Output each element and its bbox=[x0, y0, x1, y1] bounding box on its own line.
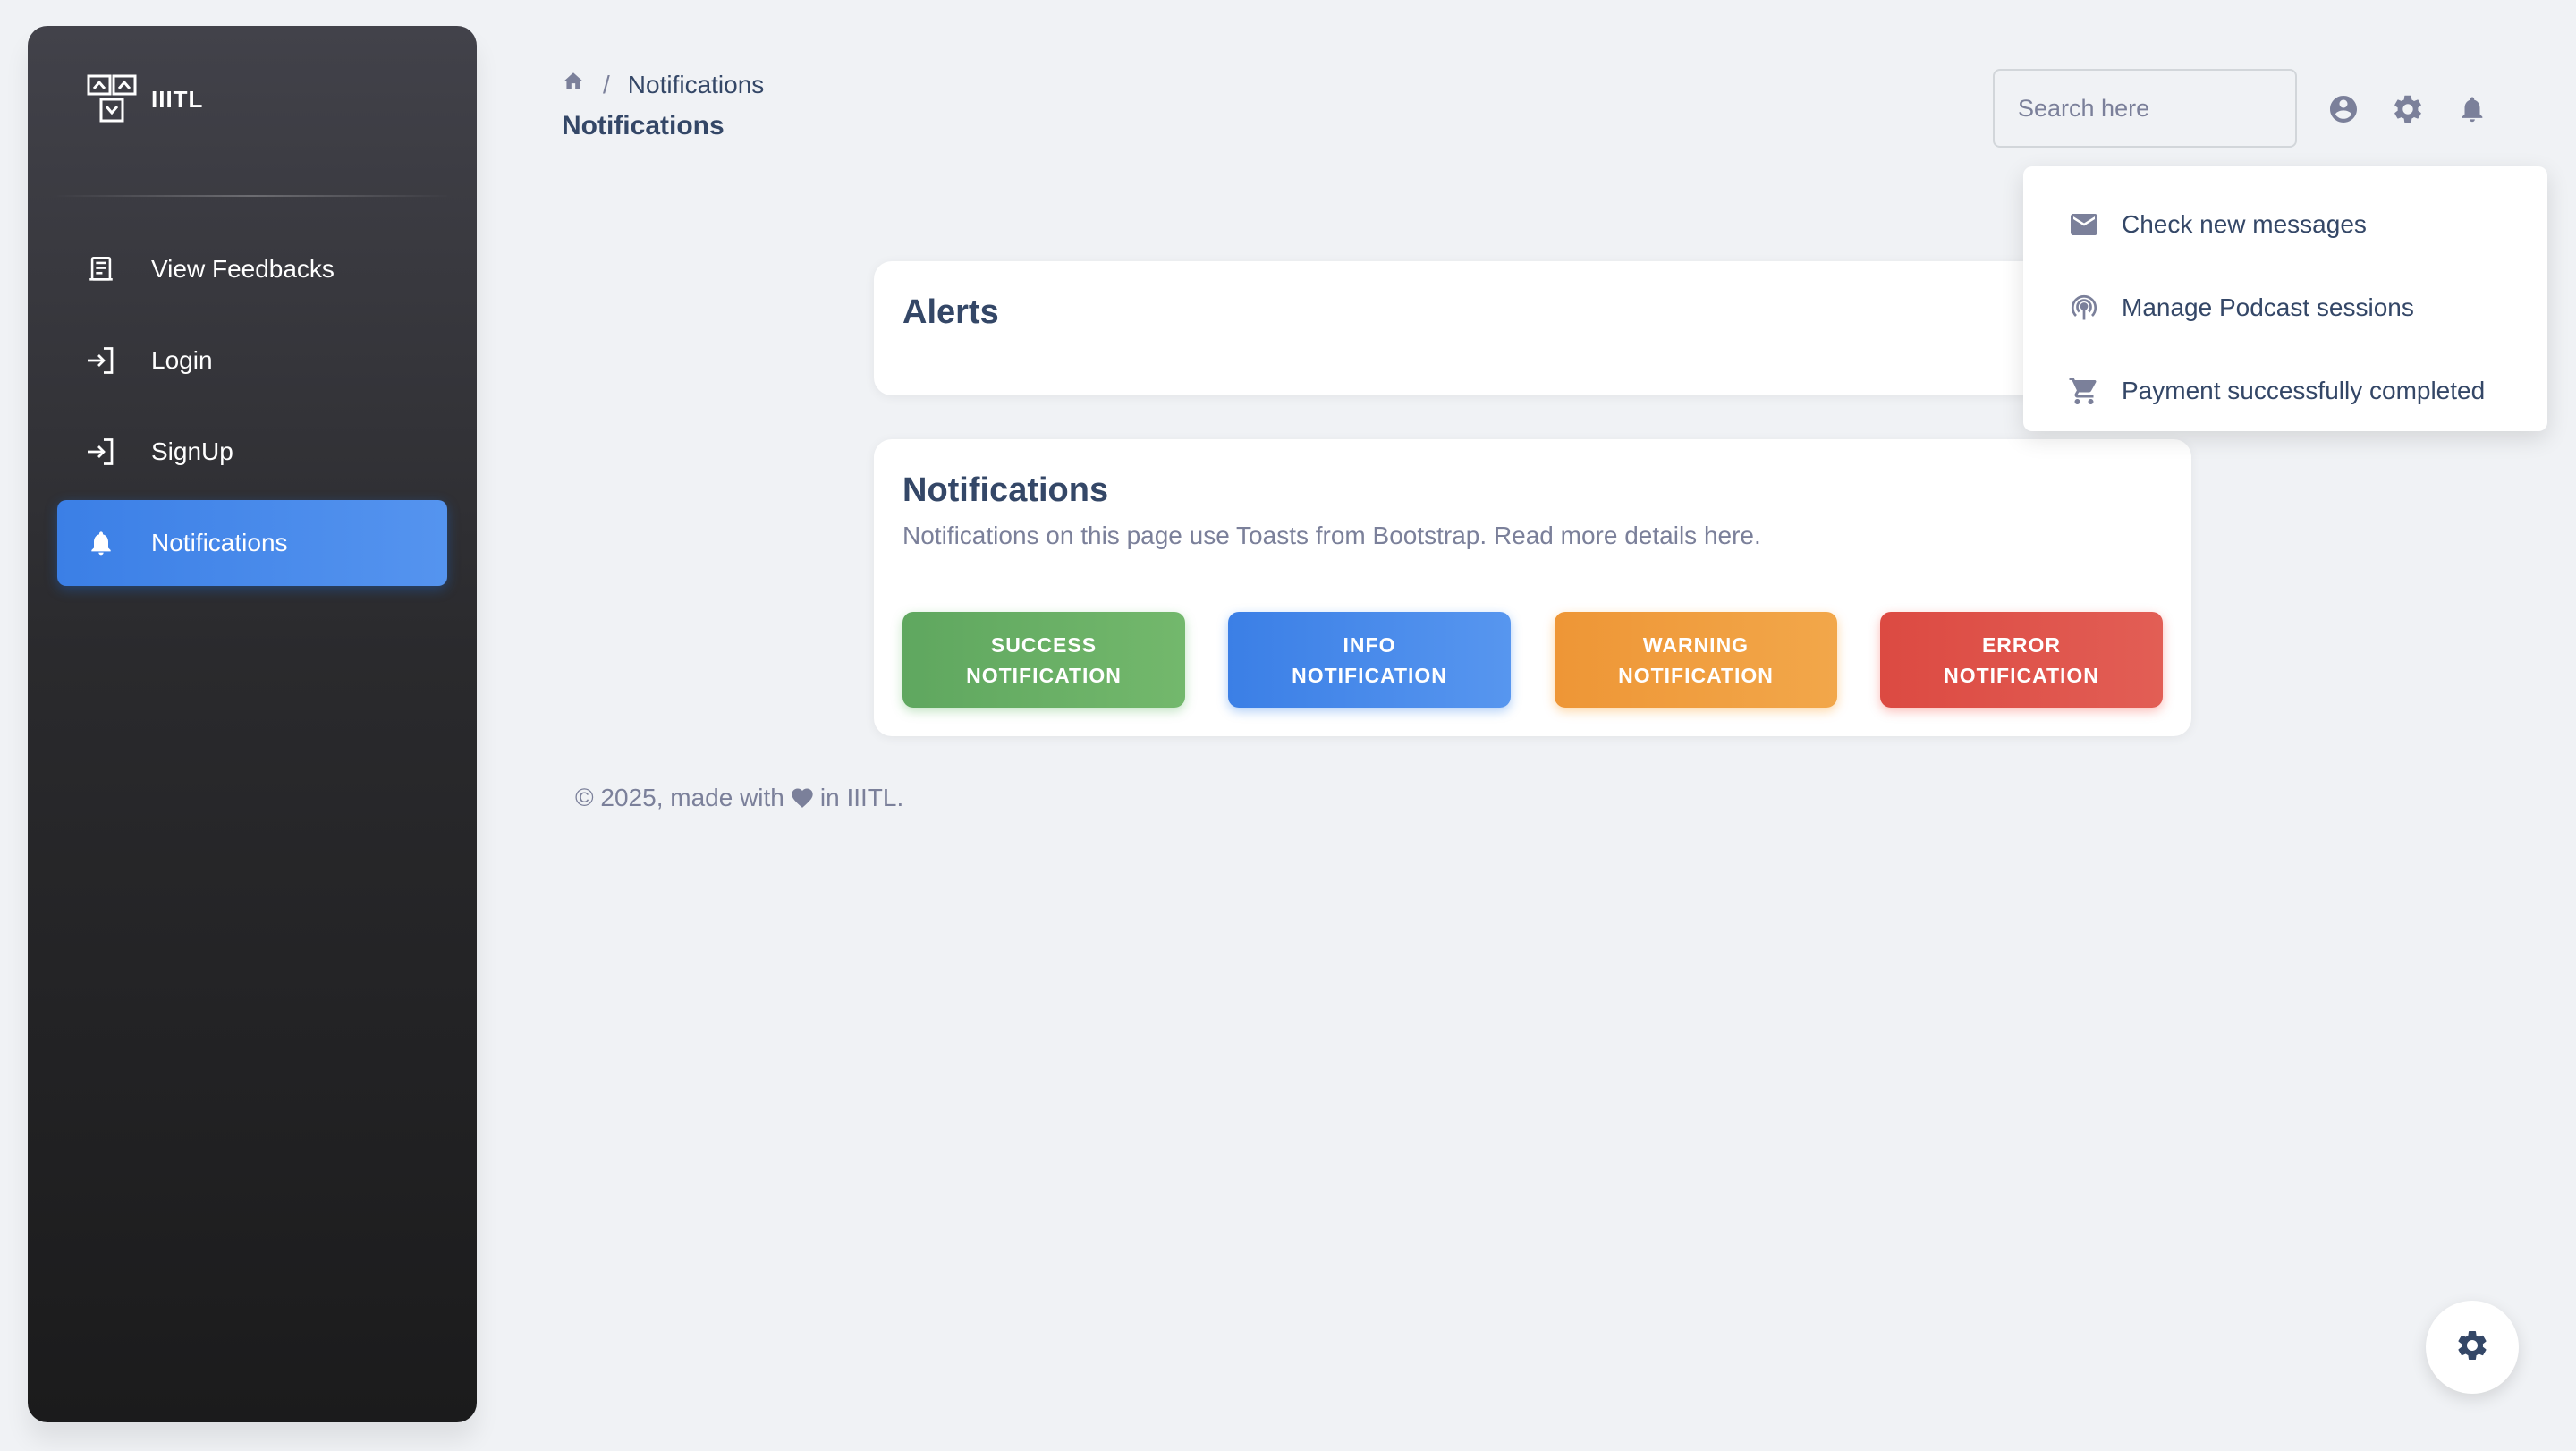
notifications-card: Notifications Notifications on this page… bbox=[874, 439, 2191, 736]
dropdown-item-podcast[interactable]: Manage Podcast sessions bbox=[2023, 266, 2547, 349]
home-icon[interactable] bbox=[562, 70, 585, 99]
podcast-icon bbox=[2066, 290, 2102, 326]
notifications-dropdown: Check new messages Manage Podcast sessio… bbox=[2023, 166, 2547, 431]
sidebar-item-label: View Feedbacks bbox=[151, 255, 335, 283]
dropdown-item-payment[interactable]: Payment successfully completed bbox=[2023, 349, 2547, 432]
sidebar-nav: View Feedbacks Login SignUp Notification… bbox=[57, 226, 447, 591]
brand-name: IIITL bbox=[151, 85, 204, 113]
gear-icon[interactable] bbox=[2390, 91, 2426, 127]
page-title: Notifications bbox=[562, 111, 724, 140]
notifications-card-title: Notifications bbox=[902, 471, 1109, 509]
warning-notification-button[interactable]: WARNING NOTIFICATION bbox=[1555, 612, 1837, 708]
sidebar: IIITL View Feedbacks Login SignUp Notifi… bbox=[28, 26, 477, 1422]
breadcrumb: / Notifications bbox=[562, 70, 764, 99]
sidebar-item-signup[interactable]: SignUp bbox=[57, 409, 447, 495]
receipt-icon bbox=[84, 252, 118, 286]
dropdown-item-label: Manage Podcast sessions bbox=[2122, 293, 2414, 321]
dropdown-item-label: Check new messages bbox=[2122, 209, 2367, 238]
signup-icon bbox=[84, 435, 118, 469]
footer-suffix: in IIITL. bbox=[819, 784, 904, 811]
info-notification-button[interactable]: INFO NOTIFICATION bbox=[1228, 612, 1511, 708]
sidebar-item-label: Login bbox=[151, 346, 213, 374]
error-notification-button[interactable]: ERROR NOTIFICATION bbox=[1880, 612, 2163, 708]
sidebar-item-notifications[interactable]: Notifications bbox=[57, 500, 447, 586]
bell-icon[interactable] bbox=[2454, 91, 2490, 127]
breadcrumb-current: Notifications bbox=[627, 70, 765, 98]
sidebar-item-label: Notifications bbox=[151, 529, 288, 556]
logo-icon bbox=[85, 72, 139, 126]
sidebar-item-view-feedbacks[interactable]: View Feedbacks bbox=[57, 226, 447, 312]
breadcrumb-separator: / bbox=[603, 70, 610, 98]
dropdown-item-label: Payment successfully completed bbox=[2122, 376, 2486, 404]
alerts-card: Alerts bbox=[874, 261, 2191, 395]
brand[interactable]: IIITL bbox=[85, 72, 203, 126]
success-notification-button[interactable]: SUCCESS NOTIFICATION bbox=[902, 612, 1185, 708]
alerts-card-title: Alerts bbox=[902, 293, 999, 331]
configurator-button[interactable] bbox=[2426, 1301, 2519, 1394]
email-icon bbox=[2066, 207, 2102, 242]
heart-icon bbox=[790, 785, 815, 810]
footer-prefix: © 2025, made with bbox=[575, 784, 784, 811]
shopping-cart-icon bbox=[2066, 373, 2102, 409]
gear-icon bbox=[2454, 1328, 2490, 1368]
bell-icon bbox=[84, 526, 118, 560]
sidebar-item-label: SignUp bbox=[151, 437, 233, 465]
search-input[interactable] bbox=[1993, 69, 2297, 148]
account-circle-icon[interactable] bbox=[2326, 91, 2361, 127]
dropdown-item-messages[interactable]: Check new messages bbox=[2023, 182, 2547, 266]
footer: © 2025, made with in IIITL. bbox=[575, 784, 903, 812]
sidebar-divider bbox=[51, 195, 453, 197]
login-icon bbox=[84, 344, 118, 378]
sidebar-item-login[interactable]: Login bbox=[57, 318, 447, 403]
notifications-card-description: Notifications on this page use Toasts fr… bbox=[902, 522, 1761, 549]
